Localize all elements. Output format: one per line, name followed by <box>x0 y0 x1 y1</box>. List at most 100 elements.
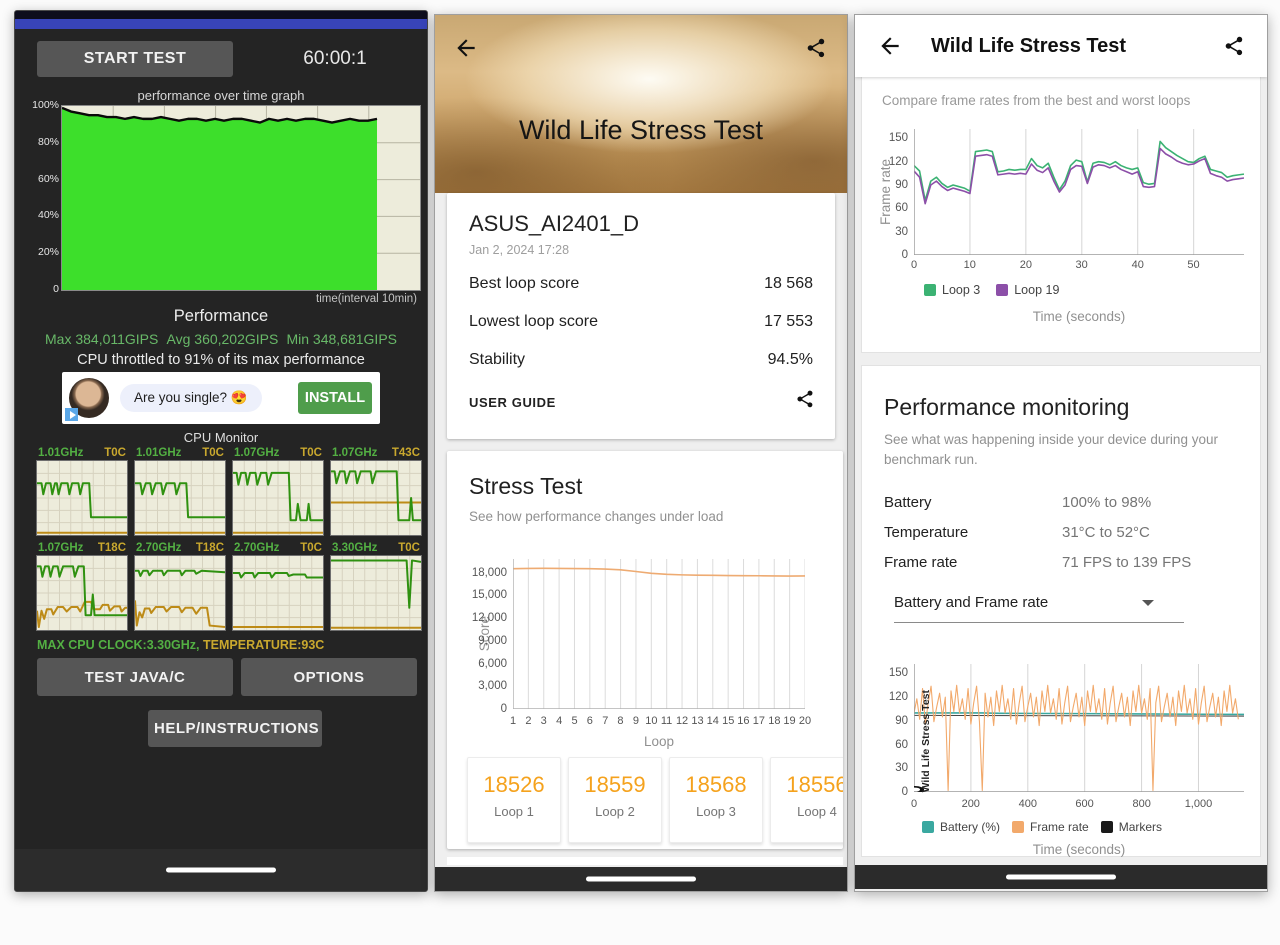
cpu-throttling-app-panel: START TEST 60:00:1 performance over time… <box>14 10 428 892</box>
core-temperature: T0C <box>300 541 322 554</box>
time-axis-label: Time (seconds) <box>1032 309 1126 324</box>
share-icon[interactable] <box>1223 35 1245 57</box>
status-bar <box>15 11 427 19</box>
metric-dropdown[interactable]: Battery and Frame rate <box>894 594 1184 623</box>
dropdown-underline <box>894 622 1184 623</box>
page-title: Wild Life Stress Test <box>931 35 1127 57</box>
loop-label: Loop 1 <box>494 804 534 819</box>
cpu-core-6: 2.70GHz T0C <box>232 540 324 631</box>
time-axis-label: time(interval 10min) <box>316 293 417 305</box>
time-axis-label: Time (seconds) <box>1032 842 1126 857</box>
screenshot-canvas: START TEST 60:00:1 performance over time… <box>0 0 1280 945</box>
row-label: Lowest loop score <box>469 313 598 330</box>
loop-score-card[interactable]: 18556 Loop 4 <box>770 757 843 843</box>
chart2-y-ticks: 150 120 90 60 30 0 <box>888 667 908 798</box>
row-label: Battery <box>884 494 932 511</box>
cpu-core-3: 1.07GHz T43C <box>330 445 422 536</box>
start-test-button[interactable]: START TEST <box>37 41 233 77</box>
core-frequency: 2.70GHz <box>234 541 280 554</box>
loop-score-card[interactable]: 18559 Loop 2 <box>568 757 662 843</box>
loop-axis-label: Loop <box>643 734 675 749</box>
ad-banner[interactable]: Are you single? 😍 INSTALL <box>62 372 380 424</box>
stat-min: Min 348,681GIPS <box>286 331 397 347</box>
performance-monitoring-card: Performance monitoring See what was happ… <box>861 365 1261 857</box>
hero-image: Wild Life Stress Test <box>435 15 847 193</box>
dropdown-value: Battery and Frame rate <box>894 594 1049 611</box>
core-frequency: 1.07GHz <box>234 446 280 459</box>
gesture-handle[interactable] <box>166 867 276 873</box>
test-java-c-button[interactable]: TEST JAVA/C <box>37 658 233 696</box>
max-clock-value: MAX CPU CLOCK:3.30GHz, <box>37 638 200 652</box>
core-frequency: 2.70GHz <box>136 541 182 554</box>
share-icon[interactable] <box>805 37 827 59</box>
ad-install-button[interactable]: INSTALL <box>298 382 372 414</box>
compare-chart-legend: Loop 3 Loop 19 <box>924 283 1059 297</box>
compare-chart <box>914 129 1244 255</box>
frame-rate-compare-card: Compare frame rates from the best and wo… <box>861 77 1261 353</box>
loop-compare-line-chart <box>914 129 1244 255</box>
options-button[interactable]: OPTIONS <box>241 658 417 696</box>
core-frequency: 3.30GHz <box>332 541 378 554</box>
core-graph <box>233 461 323 535</box>
test-timer: 60:00:1 <box>303 48 367 69</box>
core-temperature: T0C <box>300 446 322 459</box>
loop-score-card[interactable]: 18568 Loop 3 <box>669 757 763 843</box>
lowest-loop-row: Lowest loop score 17 553 <box>469 313 813 331</box>
temperature-row: Temperature 31°C to 52°C <box>884 524 1230 541</box>
stress-chart <box>513 559 805 709</box>
user-guide-link[interactable]: USER GUIDE <box>469 395 556 410</box>
core-graph <box>331 461 421 535</box>
stat-avg: Avg 360,202GIPS <box>166 331 279 347</box>
performance-monitoring-title: Performance monitoring <box>884 394 1130 420</box>
ad-choices-icon[interactable] <box>65 408 78 421</box>
core-temperature: T0C <box>104 446 126 459</box>
chart2-legend: Battery (%) Frame rate Markers <box>922 820 1162 834</box>
help-instructions-button[interactable]: HELP/INSTRUCTIONS <box>148 710 322 747</box>
core-temperature: T43C <box>391 446 420 459</box>
core-temperature: T0C <box>202 446 224 459</box>
loop-score: 18568 <box>685 772 747 797</box>
cpu-core-0: 1.01GHz T0C <box>36 445 128 536</box>
app-header: Wild Life Stress Test <box>855 15 1267 77</box>
cpu-core-grid: 1.01GHz T0C 1.01GHz T0C 1.07GHz T0C 1.07GHz… <box>36 445 422 631</box>
loop-score: 18556 <box>786 772 843 797</box>
row-value: 94.5% <box>767 351 813 368</box>
core-graph <box>233 556 323 630</box>
performance-graph-title: performance over time graph <box>137 88 305 103</box>
row-label: Frame rate <box>884 554 958 571</box>
stress-test-title: Stress Test <box>469 473 583 499</box>
compare-chart-y-ticks: 150 120 90 60 30 0 <box>888 132 908 261</box>
back-arrow-icon[interactable] <box>453 35 479 61</box>
loop-score: 18559 <box>584 772 646 797</box>
share-icon[interactable] <box>795 389 815 409</box>
battery-frame-chart <box>914 664 1244 792</box>
performance-graph-y-ticks: 100% 80% 60% 40% 20% 0 <box>32 99 59 295</box>
back-arrow-icon[interactable] <box>877 33 903 59</box>
loop-score-card[interactable]: 18526 Loop 1 <box>467 757 561 843</box>
gesture-handle[interactable] <box>1006 874 1116 880</box>
cpu-monitor-title: CPU Monitor <box>183 430 259 445</box>
cpu-core-1: 1.01GHz T0C <box>134 445 226 536</box>
navigation-bar <box>855 865 1267 889</box>
row-value: 31°C to 52°C <box>1062 524 1150 541</box>
navigation-bar <box>435 867 847 891</box>
progress-bar <box>15 19 427 29</box>
gesture-handle[interactable] <box>586 876 696 882</box>
row-value: 18 568 <box>764 275 813 292</box>
stress-line-chart <box>513 559 805 709</box>
performance-monitoring-description: See what was happening inside your devic… <box>884 432 1218 467</box>
device-name: ASUS_AI2401_D <box>469 211 639 236</box>
result-summary-card: ASUS_AI2401_D Jan 2, 2024 17:28 Best loo… <box>447 193 835 439</box>
loop-score-cards: 18526 Loop 1 18559 Loop 2 18568 Loop 3 1… <box>467 757 843 843</box>
chevron-down-icon <box>1142 600 1154 606</box>
throttle-result-text: CPU throttled to 91% of its max performa… <box>77 352 365 368</box>
frame-rate-row: Frame rate 71 FPS to 139 FPS <box>884 554 1230 571</box>
core-temperature: T18C <box>97 541 126 554</box>
benchmark-result-panel: Wild Life Stress Test ASUS_AI2401_D Jan … <box>434 14 848 892</box>
core-frequency: 1.01GHz <box>38 446 84 459</box>
core-frequency: 1.07GHz <box>38 541 84 554</box>
chart2-y-axis-label: Wild Life Stress Test <box>920 689 932 792</box>
max-temperature-value: TEMPERATURE:93C <box>199 638 325 652</box>
row-value: 100% to 98% <box>1062 494 1152 511</box>
gips-stats: Max 384,011GIPS Avg 360,202GIPS Min 348,… <box>45 331 397 347</box>
